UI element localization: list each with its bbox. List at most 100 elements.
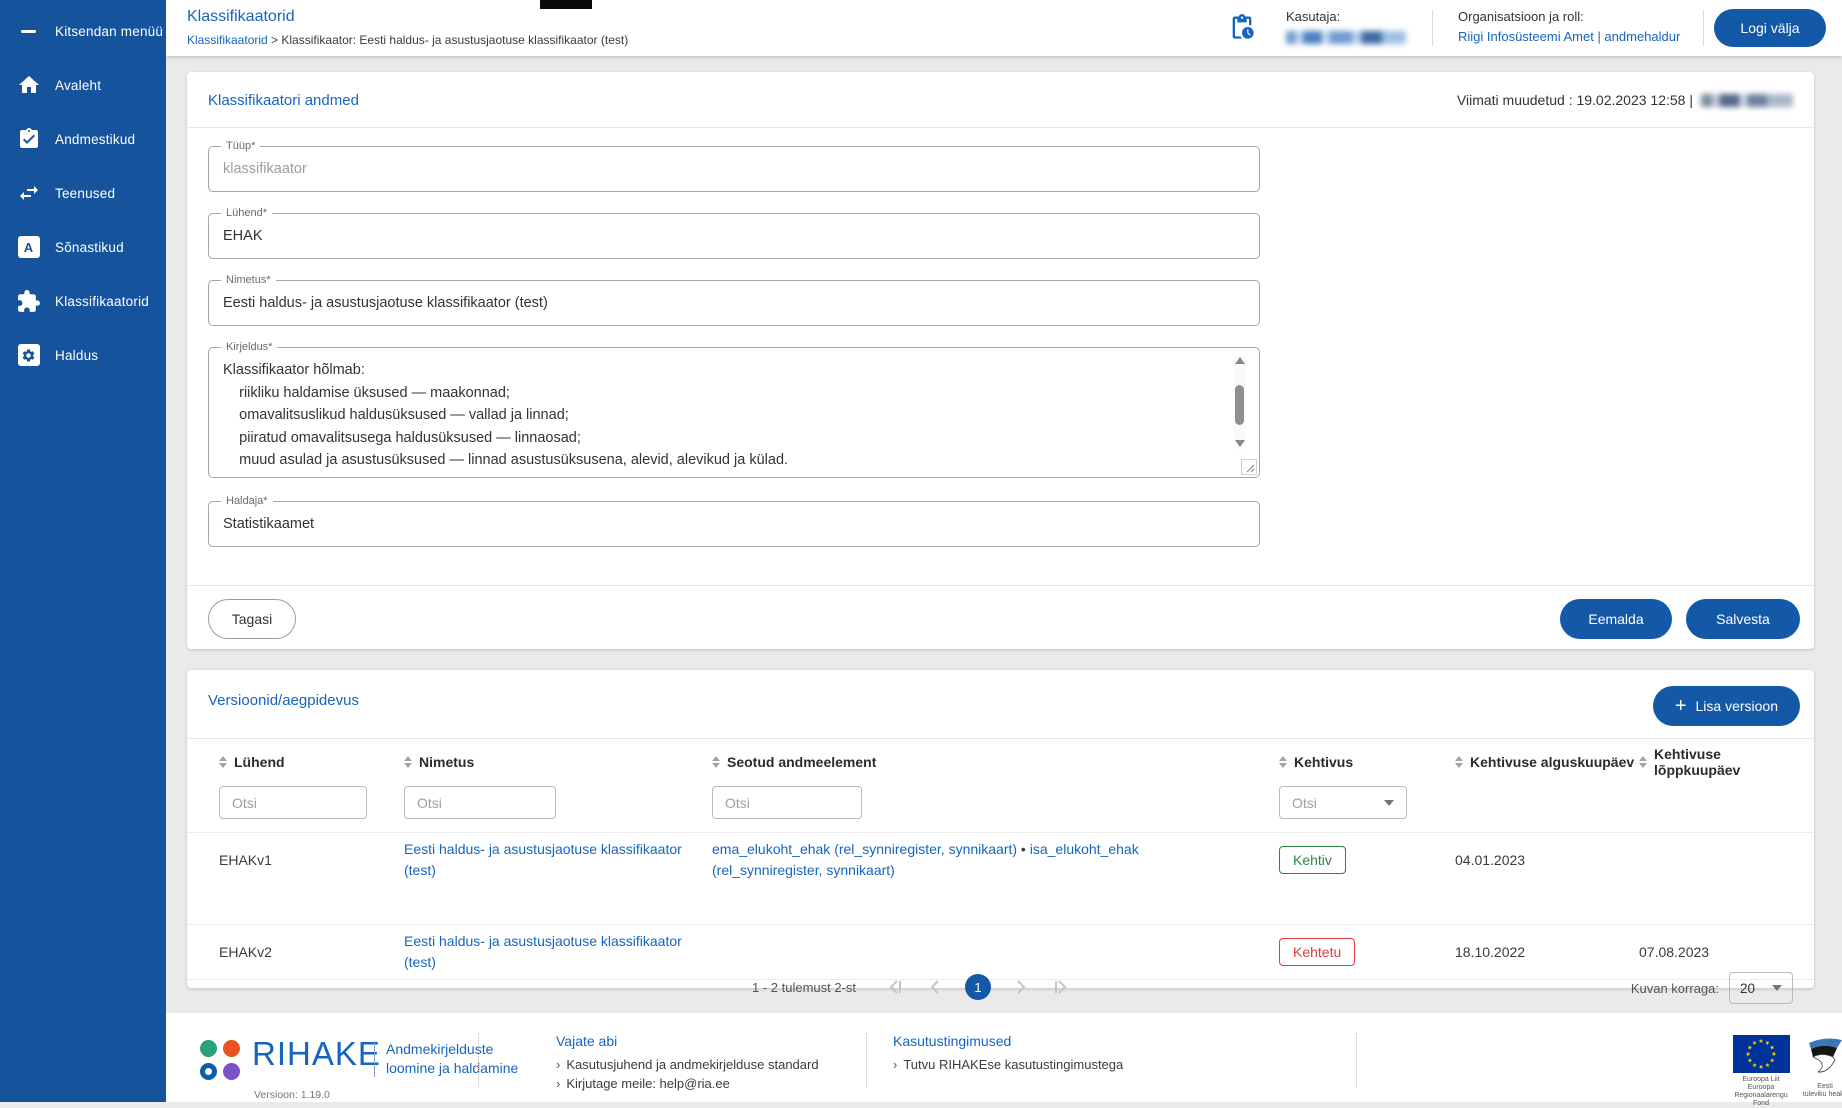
description-field: Kirjeldus* Klassifikaator hõlmab: riikli… [208,347,1260,478]
manager-input[interactable] [209,502,1259,546]
back-button[interactable]: Tagasi [208,599,296,639]
user-info: Kasutaja: [1286,9,1406,44]
chevron-right-icon: › [893,1057,897,1072]
column-header-kehtivuse-alguskuupaev[interactable]: Kehtivuse alguskuupäev [1455,754,1639,770]
clipboard-check-icon [15,126,42,153]
eu-flag-icon: ★ ★ ★ ★ ★ ★ ★ ★ ★ ★ ★ ★ [1733,1035,1790,1073]
breadcrumb-link-klassifikaatorid[interactable]: Klassifikaatorid [187,33,268,47]
first-page-icon[interactable] [887,979,905,995]
estonia-swallow-icon [1805,1035,1842,1075]
previous-page-icon[interactable] [929,979,941,995]
filter-kehtivus-select[interactable]: Otsi [1279,786,1407,819]
help-link-email[interactable]: ›Kirjutage meile: help@ria.ee [556,1074,819,1093]
column-header-luhend[interactable]: Lühend [219,754,404,770]
table-header-row: Lühend Nimetus Seotud andmeelement Kehti… [187,738,1814,786]
swap-arrows-icon [15,180,42,207]
org-role-value[interactable]: Riigi Infosüsteemi Amet | andmehaldur [1458,29,1680,44]
short-name-input[interactable] [209,214,1259,258]
manager-field-label: Haldaja* [221,495,273,508]
next-page-icon[interactable] [1015,979,1027,995]
scrollbar-thumb[interactable] [1235,385,1244,425]
data-element-link[interactable]: ema_elukoht_ehak (rel_synniregister, syn… [712,841,1017,857]
divider [187,585,1814,586]
remove-button[interactable]: Eemalda [1560,599,1672,639]
scroll-up-icon[interactable] [1235,357,1245,364]
breadcrumb: Klassifikaatorid > Klassifikaator: Eesti… [187,33,628,47]
pager: 1 [887,970,1069,1004]
sidebar-item-sonastikud[interactable]: A Sõnastikud [0,220,166,274]
type-input [209,147,1259,191]
cell-nimetus: Eesti haldus- ja asustusjaotuse klassifi… [404,931,712,973]
footer: RIHAKE Andmekirjelduste loomine ja halda… [166,1013,1842,1102]
name-field: Nimetus* [208,280,1260,326]
brand-tagline: Andmekirjelduste loomine ja haldamine [386,1040,518,1078]
sidebar-item-haldus[interactable]: Haldus [0,328,166,382]
resize-handle[interactable] [1241,459,1257,475]
sidebar-item-klassifikaatorid[interactable]: Klassifikaatorid [0,274,166,328]
column-header-kehtivus[interactable]: Kehtivus [1279,754,1455,770]
add-version-button[interactable]: + Lisa versioon [1653,686,1800,726]
sidebar-item-andmestikud[interactable]: Andmestikud [0,112,166,166]
description-textarea[interactable]: Klassifikaator hõlmab: riikliku haldamis… [209,348,1259,477]
pending-actions-icon[interactable] [1228,13,1256,41]
home-icon [15,72,42,99]
scroll-down-icon[interactable] [1235,440,1245,447]
per-page-select[interactable]: 20 [1729,972,1793,1004]
table-row[interactable]: EHAKv1 Eesti haldus- ja asustusjaotuse k… [187,832,1814,887]
page-number-button[interactable]: 1 [965,974,991,1000]
puzzle-icon [15,288,42,315]
breadcrumb-current: > Klassifikaator: Eesti haldus- ja asust… [268,33,629,47]
column-header-nimetus[interactable]: Nimetus [404,754,712,770]
sidebar-item-teenused[interactable]: Teenused [0,166,166,220]
terms-title: Kasutustingimused [893,1033,1123,1049]
org-role-info: Organisatsioon ja roll: Riigi Infosüstee… [1458,9,1680,44]
chevron-down-icon [1772,985,1782,991]
rihake-classifier-page: { "colors": { "accent": "#1565c0", "side… [0,0,1842,1102]
save-button[interactable]: Salvesta [1686,599,1800,639]
column-header-kehtivuse-loppkuupaev[interactable]: Kehtivuse lõppkuupäev [1639,746,1793,778]
help-column: Vajate abi ›Kasutusjuhend ja andmekirjel… [556,1033,819,1093]
short-name-field: Lühend* [208,213,1260,259]
per-page-control: Kuvan korraga: 20 [1631,972,1793,1004]
filter-seotud-input[interactable] [712,786,862,819]
column-header-seotud-andmeelement[interactable]: Seotud andmeelement [712,754,1279,770]
help-link-manual[interactable]: ›Kasutusjuhend ja andmekirjelduse standa… [556,1055,819,1074]
page-title: Klassifikaatorid [187,8,295,26]
version-name-link[interactable]: Eesti haldus- ja asustusjaotuse klassifi… [404,933,682,970]
results-summary: 1 - 2 tulemust 2-st [752,980,856,995]
filter-luhend-input[interactable] [219,786,367,819]
chevron-right-icon: › [556,1057,560,1072]
estonia-logo-block: Eesti tuleviku heaks [1799,1035,1842,1099]
collapse-menu-icon [15,18,42,45]
status-badge-invalid: Kehtetu [1279,938,1355,966]
sort-icon [1279,756,1287,768]
sidebar-item-label: Avaleht [55,78,101,93]
sidebar-item-label: Klassifikaatorid [55,294,149,309]
terms-link[interactable]: ›Tutvu RIHAKEse kasutustingimustega [893,1055,1123,1074]
last-page-icon[interactable] [1051,979,1069,995]
dotted-divider [1356,1033,1357,1087]
textarea-scrollbar[interactable] [1233,355,1246,449]
app-version: Versioon: 1.19.0 [254,1089,330,1101]
topbar: Klassifikaatorid Klassifikaatorid > Klas… [166,0,1842,56]
header-divider [1432,10,1433,46]
card-title: Versioonid/aegpidevus [208,692,359,709]
logout-button[interactable]: Logi välja [1714,9,1826,47]
estonia-logo-caption: Eesti tuleviku heaks [1799,1083,1842,1099]
sort-icon [1639,756,1647,768]
sidebar-item-collapse-menu[interactable]: Kitsendan menüü [0,4,166,58]
filter-nimetus-input[interactable] [404,786,556,819]
help-title: Vajate abi [556,1033,819,1049]
sidebar-item-label: Sõnastikud [55,240,124,255]
cell-luhend: EHAKv2 [219,944,404,960]
plus-icon: + [1675,696,1687,716]
cell-luhend: EHAKv1 [219,852,404,868]
type-field: Tüüp* [208,146,1260,192]
divider [374,1041,375,1077]
name-field-label: Nimetus* [221,274,276,287]
sidebar-item-avaleht[interactable]: Avaleht [0,58,166,112]
table-filter-row: Otsi [187,786,1814,832]
version-name-link[interactable]: Eesti haldus- ja asustusjaotuse klassifi… [404,841,682,878]
name-input[interactable] [209,281,1259,325]
manager-field: Haldaja* [208,501,1260,547]
